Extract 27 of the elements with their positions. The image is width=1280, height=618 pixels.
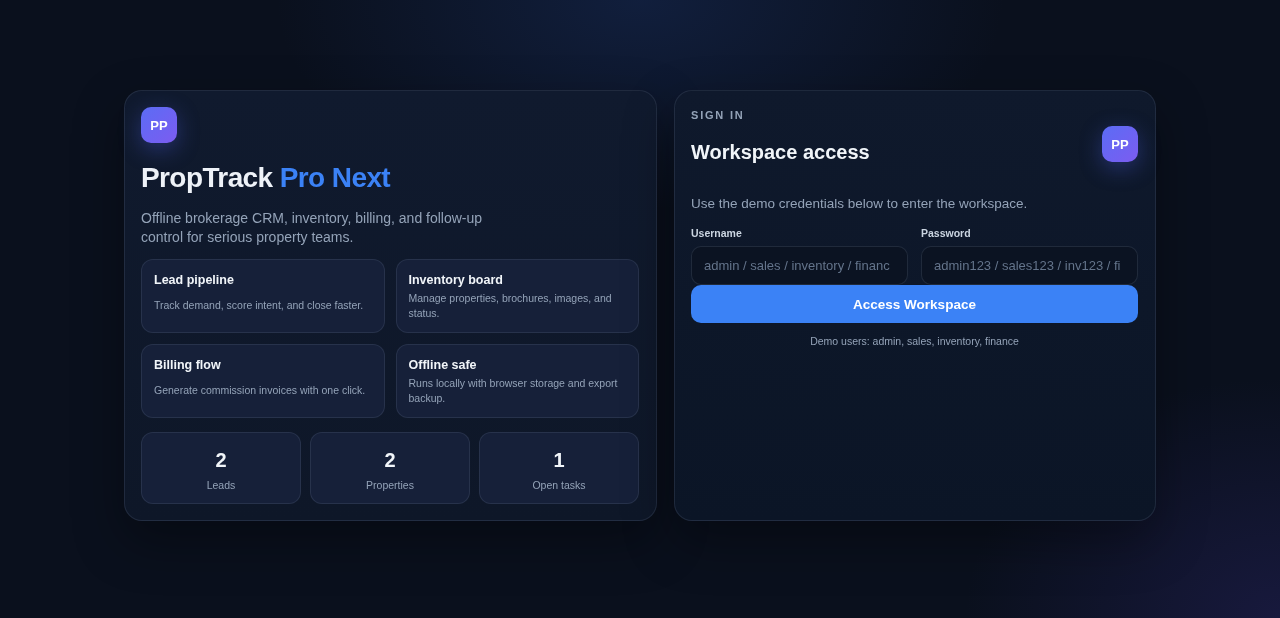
- sign-in-description: Use the demo credentials below to enter the workspace.: [691, 195, 1028, 213]
- feature-title: Billing flow: [154, 357, 221, 374]
- feature-title: Inventory board: [408, 272, 503, 289]
- feature-description: Generate commission invoices with one click.: [154, 383, 366, 398]
- sign-in-title: Workspace access: [691, 140, 870, 165]
- app-logo: PP: [141, 107, 177, 143]
- feature-description: Manage properties, brochures, images, and status.: [408, 290, 613, 321]
- feature-description: Runs locally with browser storage and export backup.: [408, 375, 619, 406]
- feature-title: Lead pipeline: [154, 272, 234, 289]
- stat-label: Leads: [206, 478, 236, 492]
- section-eyebrow: SIGN IN: [691, 108, 745, 122]
- app-logo: PP: [1102, 126, 1138, 162]
- app-description: Offline brokerage CRM, inventory, billing, and follow-up control for serious property teams.: [141, 209, 484, 247]
- field-label: Password: [921, 226, 971, 240]
- stat-label: Open tasks: [532, 478, 586, 492]
- stat-label: Properties: [366, 478, 414, 492]
- access-workspace-button[interactable]: Access Workspace: [691, 285, 1138, 323]
- password-field[interactable]: admin123 / sales123 / inv123 / fi: [921, 246, 1138, 285]
- stat-value: 1: [553, 448, 565, 472]
- stat-value: 2: [384, 448, 396, 472]
- feature-description: Track demand, score intent, and close faster.: [154, 298, 364, 313]
- field-label: Username: [691, 226, 742, 240]
- demo-users-note: Demo users: admin, sales, inventory, finance: [810, 334, 1019, 348]
- app-title: PropTrack Pro Next: [141, 161, 391, 195]
- stat-value: 2: [215, 448, 227, 472]
- feature-title: Offline safe: [408, 357, 477, 374]
- username-field[interactable]: admin / sales / inventory / financ: [691, 246, 908, 285]
